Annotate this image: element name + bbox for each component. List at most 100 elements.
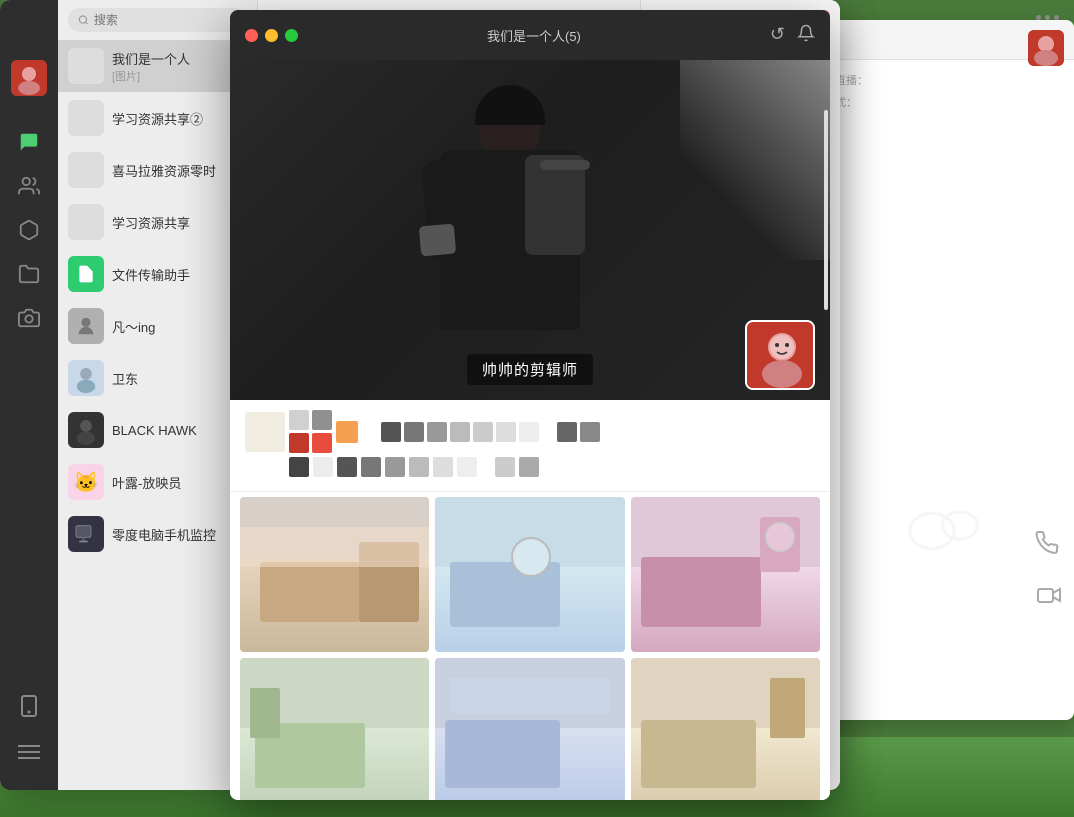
chat-info-fanging: 凡～ing: [112, 317, 247, 336]
dot-3: [1054, 15, 1059, 20]
sidebar-mobile-icon[interactable]: [11, 688, 47, 724]
chat-name-xuexi: 学习资源共享: [112, 213, 247, 232]
notifications-button[interactable]: [797, 24, 815, 47]
chat-name-lingdu: 零度电脑手机监控: [112, 525, 247, 544]
bedroom-image-2[interactable]: [435, 497, 624, 652]
color-swatch-dark1[interactable]: [381, 422, 401, 442]
video-call-icon[interactable]: [1037, 585, 1061, 610]
color-swatch-mid2[interactable]: [450, 422, 470, 442]
chat-info-lingdu: 零度电脑手机监控: [112, 525, 247, 544]
color-swatch-p2[interactable]: [580, 422, 600, 442]
color-swatch-red1[interactable]: [289, 433, 309, 453]
color-swatch-r2-8[interactable]: [457, 457, 477, 477]
chat-item-yelu[interactable]: 🐱 叶露-放映员: [58, 456, 257, 508]
popup-title: 我们是一个人(5): [298, 26, 770, 45]
video-light: [680, 60, 830, 260]
chat-avatar-xuexi: [68, 204, 104, 240]
chat-item-weidong[interactable]: 卫东: [58, 352, 257, 404]
sidebar-item-chat[interactable]: [11, 124, 47, 160]
color-palette-area: [230, 400, 830, 492]
color-swatch-r2-1[interactable]: [289, 457, 309, 477]
popup-scrollbar[interactable]: [824, 110, 828, 310]
color-swatch-red2[interactable]: [312, 433, 332, 453]
dot-2: [1045, 15, 1050, 20]
phone-call-icon[interactable]: [1035, 531, 1059, 560]
search-input[interactable]: [94, 13, 237, 27]
sidebar-item-moments[interactable]: [11, 300, 47, 336]
color-swatch-cream[interactable]: [245, 412, 285, 452]
video-subtitle: 帅帅的剪辑师: [467, 354, 593, 385]
chat-info-xuexi: 学习资源共享: [112, 213, 247, 232]
chat-info-women: 我们是一个人 [图片]: [112, 49, 247, 84]
color-swatch-p1[interactable]: [557, 422, 577, 442]
chat-name-yelu: 叶露-放映员: [112, 473, 247, 492]
chat-item-xuexi2[interactable]: 学习资源共享②: [58, 92, 257, 144]
chat-item-women-yige-ren[interactable]: 我们是一个人 [图片]: [58, 40, 257, 92]
bedroom-image-3[interactable]: [631, 497, 820, 652]
color-swatch-light1[interactable]: [473, 422, 493, 442]
chat-item-fanging[interactable]: 凡～ing: [58, 300, 257, 352]
bedroom-image-1[interactable]: [240, 497, 429, 652]
chat-name-ximalaya: 喜马拉雅资源零时: [112, 161, 247, 180]
chat-list-panel: 我们是一个人 [图片] 学习资源共享②: [58, 0, 258, 790]
image-row-2: [240, 658, 820, 800]
chat-info-xuexi2: 学习资源共享②: [112, 109, 247, 128]
color-swatch-r2-5[interactable]: [385, 457, 405, 477]
maximize-button[interactable]: [285, 29, 298, 42]
chat-item-black-hawk[interactable]: BLACK HAWK: [58, 404, 257, 456]
bedroom-image-4[interactable]: [240, 658, 429, 800]
color-swatch-r2-6[interactable]: [409, 457, 429, 477]
video-person: [390, 70, 610, 390]
bg-window-avatar: [1028, 30, 1064, 66]
chat-item-lingdu[interactable]: 零度电脑手机监控: [58, 508, 257, 560]
color-swatch-r2-7[interactable]: [433, 457, 453, 477]
minimize-button[interactable]: [265, 29, 278, 42]
color-swatch-r2-2[interactable]: [313, 457, 333, 477]
chat-avatar-file-helper: [68, 256, 104, 292]
background-window: 号直播： 模式：: [814, 20, 1074, 720]
color-swatch-light2[interactable]: [496, 422, 516, 442]
color-swatch-mid1[interactable]: [427, 422, 447, 442]
color-swatch-r2-3[interactable]: [337, 457, 357, 477]
chat-list: 我们是一个人 [图片] 学习资源共享②: [58, 40, 257, 790]
video-area: 帅帅的剪辑师: [230, 60, 830, 400]
color-swatch-r2-10[interactable]: [519, 457, 539, 477]
image-row-1: [240, 497, 820, 652]
chat-name-black-hawk: BLACK HAWK: [112, 423, 247, 438]
sidebar-item-contacts[interactable]: [11, 168, 47, 204]
color-swatch-r2-4[interactable]: [361, 457, 381, 477]
chat-item-xuexi[interactable]: 学习资源共享: [58, 196, 257, 248]
color-swatch-r2-9[interactable]: [495, 457, 515, 477]
color-swatch-gray1[interactable]: [289, 410, 309, 430]
color-swatch-dark2[interactable]: [404, 422, 424, 442]
chat-name-weidong: 卫东: [112, 369, 247, 388]
palette-small-group: [289, 410, 332, 453]
color-swatch-gray2[interactable]: [312, 410, 332, 430]
window-controls: [245, 29, 298, 42]
sidebar-bottom: [11, 688, 47, 770]
chat-avatar-women: [68, 48, 104, 84]
chat-name-women: 我们是一个人: [112, 49, 247, 68]
wechat-watermark: [904, 495, 984, 580]
chat-info-ximalaya: 喜马拉雅资源零时: [112, 161, 247, 180]
user-avatar[interactable]: [11, 60, 47, 96]
sidebar-menu-icon[interactable]: [11, 734, 47, 770]
color-swatch-lighter[interactable]: [519, 422, 539, 442]
sidebar-item-discover[interactable]: [11, 212, 47, 248]
search-icon: [78, 14, 89, 26]
chat-item-ximalaya[interactable]: 喜马拉雅资源零时: [58, 144, 257, 196]
close-button[interactable]: [245, 29, 258, 42]
chat-item-file-helper[interactable]: 文件传输助手: [58, 248, 257, 300]
bedroom-image-6[interactable]: [631, 658, 820, 800]
sidebar-item-collections[interactable]: [11, 256, 47, 292]
chat-avatar-lingdu: [68, 516, 104, 552]
search-bar: [58, 0, 257, 40]
popup-window: 我们是一个人(5) ↺: [230, 10, 830, 800]
palette-gray-row: [381, 422, 539, 442]
macos-menu-dots[interactable]: [1036, 15, 1059, 20]
color-swatch-orange[interactable]: [336, 421, 358, 443]
bedroom-image-5[interactable]: [435, 658, 624, 800]
chat-name-file-helper: 文件传输助手: [112, 265, 247, 284]
refresh-button[interactable]: ↺: [770, 24, 785, 47]
chat-avatar-xuexi2: [68, 100, 104, 136]
